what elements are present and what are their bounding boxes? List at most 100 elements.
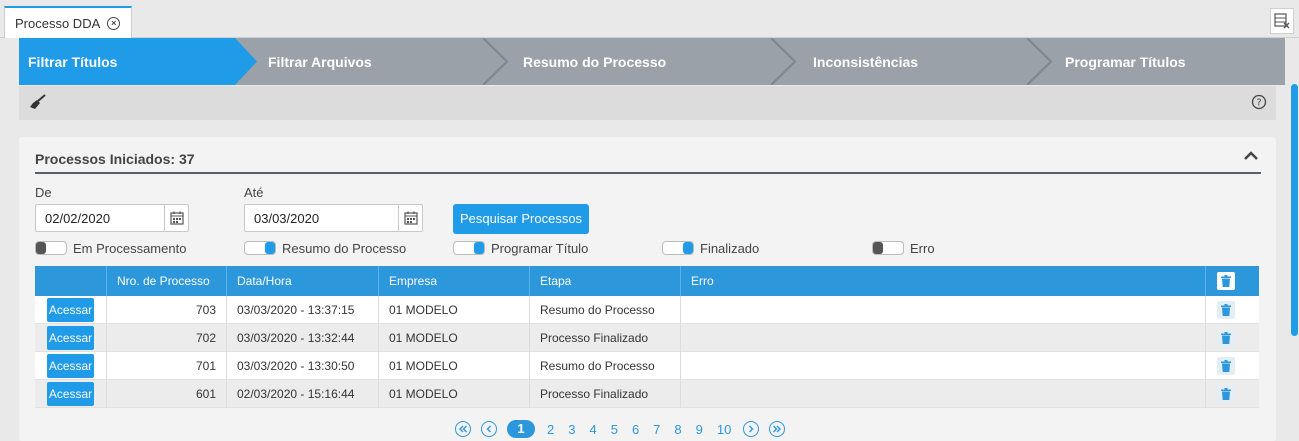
table-row: Acessar 601 02/03/2020 - 15:16:44 01 MOD… bbox=[35, 380, 1259, 408]
page-5[interactable]: 5 bbox=[611, 422, 618, 437]
delete-row-button[interactable] bbox=[1217, 385, 1235, 403]
cell-nro: 703 bbox=[106, 296, 226, 324]
to-date-value: 03/03/2020 bbox=[254, 211, 320, 226]
clear-layout-button[interactable] bbox=[1270, 8, 1294, 34]
trash-icon bbox=[1221, 388, 1231, 400]
tab-processo-dda[interactable]: Processo DDA × bbox=[4, 6, 132, 38]
acessar-button[interactable]: Acessar bbox=[47, 298, 94, 322]
table-row: Acessar 703 03/03/2020 - 13:37:15 01 MOD… bbox=[35, 296, 1259, 324]
cell-datahora: 02/03/2020 - 15:16:44 bbox=[226, 380, 378, 408]
page-6[interactable]: 6 bbox=[632, 422, 639, 437]
processes-panel: Processos Iniciados: 37 De 02/02/2020 At… bbox=[19, 137, 1276, 441]
toggle-switch[interactable] bbox=[35, 241, 67, 255]
filter-finalizado[interactable]: Finalizado bbox=[662, 241, 759, 256]
step-separator bbox=[1026, 38, 1053, 85]
filter-programar-titulo[interactable]: Programar Título bbox=[453, 241, 588, 256]
cell-empresa: 01 MODELO bbox=[378, 380, 529, 408]
page-9[interactable]: 9 bbox=[696, 422, 703, 437]
from-date-field[interactable]: 02/02/2020 bbox=[35, 204, 189, 232]
to-date-field[interactable]: 03/03/2020 bbox=[244, 204, 423, 232]
previous-page-icon[interactable] bbox=[481, 421, 497, 437]
page-1[interactable]: 1 bbox=[507, 420, 535, 438]
cell-empresa: 01 MODELO bbox=[378, 324, 529, 352]
page-2[interactable]: 2 bbox=[547, 422, 554, 437]
column-header-nro[interactable]: Nro. de Processo bbox=[106, 266, 226, 296]
close-icon[interactable]: × bbox=[107, 16, 121, 30]
column-header-erro[interactable]: Erro bbox=[680, 266, 1205, 296]
delete-row-button[interactable] bbox=[1217, 357, 1235, 375]
cell-delete bbox=[1205, 296, 1251, 324]
first-page-icon[interactable] bbox=[455, 421, 471, 437]
wizard-step-resumo-processo[interactable]: Resumo do Processo bbox=[523, 38, 753, 85]
acessar-button[interactable]: Acessar bbox=[47, 382, 94, 406]
trash-icon bbox=[1221, 360, 1231, 372]
cell-etapa: Resumo do Processo bbox=[529, 352, 680, 380]
table-scroll-header bbox=[1251, 266, 1259, 296]
cell-erro bbox=[680, 352, 1205, 380]
calendar-icon[interactable] bbox=[164, 205, 188, 231]
table-header: Nro. de Processo Data/Hora Empresa Etapa… bbox=[35, 266, 1259, 296]
calendar-icon[interactable] bbox=[398, 205, 422, 231]
wizard-step-filtrar-titulos[interactable]: Filtrar Títulos bbox=[19, 38, 229, 85]
cell-erro bbox=[680, 324, 1205, 352]
column-header-empresa[interactable]: Empresa bbox=[378, 266, 529, 296]
wizard-step-inconsistencias[interactable]: Inconsistências bbox=[813, 38, 1013, 85]
next-page-icon[interactable] bbox=[743, 421, 760, 437]
tab-strip: Processo DDA × bbox=[0, 0, 1299, 38]
filter-resumo-processo[interactable]: Resumo do Processo bbox=[244, 241, 406, 256]
wizard-step-programar-titulos[interactable]: Programar Títulos bbox=[1065, 38, 1275, 85]
page-8[interactable]: 8 bbox=[674, 422, 681, 437]
cell-etapa: Resumo do Processo bbox=[529, 296, 680, 324]
wizard-steps: Filtrar Títulos Filtrar Arquivos Resumo … bbox=[19, 38, 1285, 85]
broom-icon[interactable] bbox=[29, 94, 47, 110]
cell-empresa: 01 MODELO bbox=[378, 352, 529, 380]
step-arrow bbox=[229, 38, 257, 85]
toggle-switch[interactable] bbox=[453, 241, 485, 255]
page-4[interactable]: 4 bbox=[589, 422, 596, 437]
column-header-action bbox=[35, 266, 106, 296]
delete-all-button[interactable] bbox=[1217, 272, 1235, 290]
filter-erro[interactable]: Erro bbox=[872, 241, 935, 256]
panel-divider bbox=[35, 172, 1261, 174]
column-header-etapa[interactable]: Etapa bbox=[529, 266, 680, 296]
step-separator bbox=[770, 38, 797, 85]
cell-delete bbox=[1205, 324, 1251, 352]
column-header-datahora[interactable]: Data/Hora bbox=[226, 266, 378, 296]
last-page-icon[interactable] bbox=[769, 421, 786, 437]
toggle-switch[interactable] bbox=[662, 241, 694, 255]
trash-icon bbox=[1221, 275, 1231, 287]
trash-icon bbox=[1221, 332, 1231, 344]
chevron-up-icon[interactable] bbox=[1244, 151, 1258, 161]
page-scrollbar[interactable] bbox=[1289, 38, 1299, 441]
cell-nro: 701 bbox=[106, 352, 226, 380]
acessar-button[interactable]: Acessar bbox=[47, 326, 94, 350]
trash-icon bbox=[1221, 304, 1231, 316]
cell-datahora: 03/03/2020 - 13:32:44 bbox=[226, 324, 378, 352]
table-row: Acessar 702 03/03/2020 - 13:32:44 01 MOD… bbox=[35, 324, 1259, 352]
to-label: Até bbox=[244, 185, 264, 200]
wizard-step-filtrar-arquivos[interactable]: Filtrar Arquivos bbox=[268, 38, 468, 85]
panel-title: Processos Iniciados: 37 bbox=[35, 151, 195, 167]
page-7[interactable]: 7 bbox=[653, 422, 660, 437]
cell-nro: 601 bbox=[106, 380, 226, 408]
pagination: 1 2 3 4 5 6 7 8 9 10 bbox=[450, 418, 790, 440]
page-10[interactable]: 10 bbox=[717, 422, 731, 437]
filter-em-processamento[interactable]: Em Processamento bbox=[35, 241, 186, 256]
page-3[interactable]: 3 bbox=[568, 422, 575, 437]
help-icon[interactable]: ? bbox=[1251, 94, 1267, 110]
cell-etapa: Processo Finalizado bbox=[529, 324, 680, 352]
scrollbar-thumb[interactable] bbox=[1291, 84, 1298, 336]
cell-etapa: Processo Finalizado bbox=[529, 380, 680, 408]
cell-erro bbox=[680, 380, 1205, 408]
delete-row-button[interactable] bbox=[1217, 329, 1235, 347]
toolbar: ? bbox=[19, 86, 1276, 120]
cell-datahora: 03/03/2020 - 13:30:50 bbox=[226, 352, 378, 380]
cell-erro bbox=[680, 296, 1205, 324]
cell-datahora: 03/03/2020 - 13:37:15 bbox=[226, 296, 378, 324]
search-processes-button[interactable]: Pesquisar Processos bbox=[453, 204, 589, 234]
acessar-button[interactable]: Acessar bbox=[47, 354, 94, 378]
toggle-switch[interactable] bbox=[244, 241, 276, 255]
toggle-switch[interactable] bbox=[872, 241, 904, 255]
delete-row-button[interactable] bbox=[1217, 301, 1235, 319]
table-row: Acessar 701 03/03/2020 - 13:30:50 01 MOD… bbox=[35, 352, 1259, 380]
